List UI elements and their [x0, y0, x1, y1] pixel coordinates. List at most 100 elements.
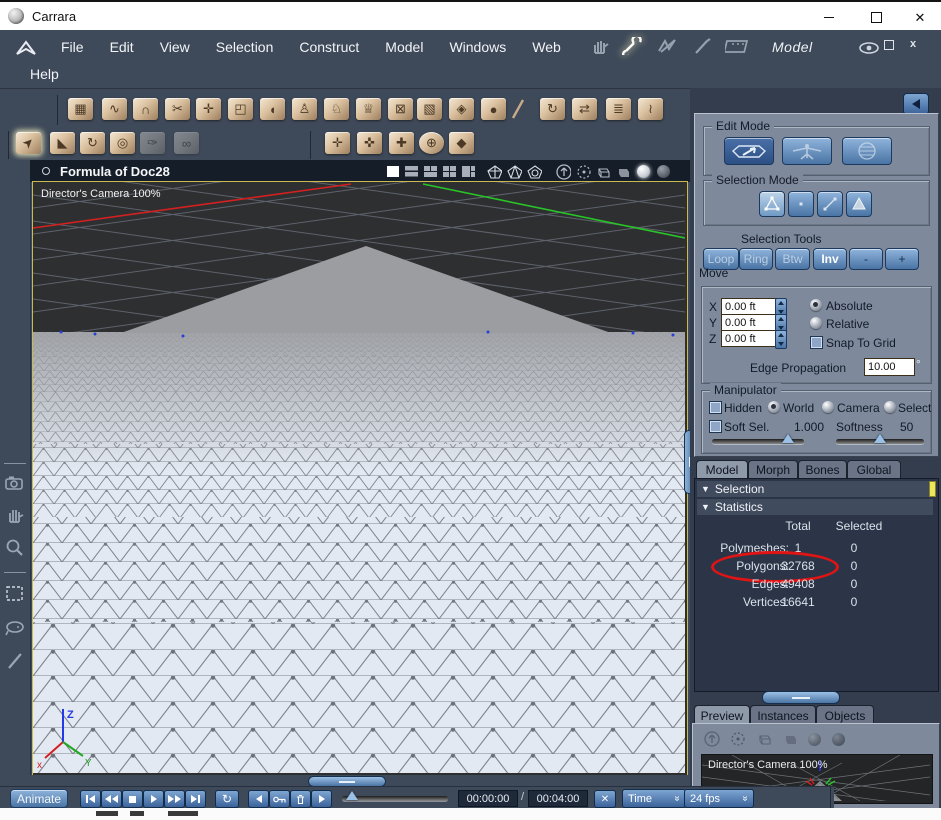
link-tool-icon[interactable]: ∞	[174, 132, 199, 154]
grid-tool-icon[interactable]: ▦	[68, 98, 93, 120]
scale-marquee-tool-icon[interactable]: ◰	[228, 98, 253, 120]
half-sphere-tool-icon[interactable]: ◖	[260, 98, 285, 120]
close-button[interactable]: ✕	[906, 8, 934, 26]
add-point-tool-icon[interactable]: ✛	[196, 98, 221, 120]
rotate-page-tool-icon[interactable]: ↻	[540, 98, 565, 120]
ring-button[interactable]: Ring	[739, 248, 773, 270]
eye-icon[interactable]	[856, 38, 882, 58]
softness-slider[interactable]	[836, 434, 924, 444]
absolute-radio[interactable]	[810, 299, 822, 311]
goblet-tool-icon[interactable]: ♕	[356, 98, 381, 120]
edit-mode-figure-button[interactable]	[782, 137, 832, 165]
lathe-tool-icon[interactable]: ♙	[292, 98, 317, 120]
solid-cube-icon[interactable]	[616, 165, 631, 178]
menu-web[interactable]: Web	[521, 36, 572, 58]
menu-model[interactable]: Model	[374, 36, 434, 58]
menu-selection[interactable]: Selection	[205, 36, 285, 58]
current-time-field[interactable]: 00:00:00	[458, 790, 518, 807]
camera-up-icon[interactable]	[556, 163, 571, 180]
shaded-sphere-icon[interactable]	[636, 165, 651, 178]
next-key-button[interactable]	[311, 790, 332, 808]
tab-global[interactable]: Global	[847, 460, 901, 479]
collapse-panel-button[interactable]	[903, 93, 929, 115]
soft-sel-checkbox[interactable]	[709, 420, 722, 433]
wire-sphere-1-icon[interactable]	[487, 164, 502, 179]
menu-file[interactable]: File	[50, 36, 95, 58]
last-frame-button[interactable]	[185, 790, 206, 808]
panel-restore-icon[interactable]	[884, 40, 894, 53]
preview-wire-cube-icon[interactable]	[755, 730, 773, 748]
rewind-button[interactable]	[101, 790, 122, 808]
preview-textured-sphere-icon[interactable]	[829, 730, 847, 748]
select-arrow-tool-icon[interactable]: ➤	[16, 132, 41, 154]
hidden-checkbox[interactable]	[709, 401, 722, 414]
select-edges-button[interactable]	[817, 191, 843, 217]
play-button[interactable]	[143, 790, 164, 808]
translate-z-tool-icon[interactable]: ✚	[389, 132, 414, 154]
menu-construct[interactable]: Construct	[288, 36, 370, 58]
z-stepper[interactable]	[775, 330, 787, 349]
brush-mode-icon[interactable]	[690, 36, 716, 56]
preview-solid-cube-icon[interactable]	[781, 730, 799, 748]
wireframe-pen-mode-icon[interactable]	[655, 36, 681, 56]
sphere-tool-icon[interactable]: ●	[481, 98, 506, 120]
minus-button[interactable]: -	[849, 248, 883, 270]
first-frame-button[interactable]	[80, 790, 101, 808]
marquee-select-icon[interactable]	[4, 583, 26, 605]
wire-cube-icon[interactable]	[596, 165, 611, 178]
rotate-tool-icon[interactable]: ↻	[80, 132, 105, 154]
preview-orbit-icon[interactable]	[729, 730, 747, 748]
brush-tool-icon[interactable]	[510, 97, 526, 126]
plus-button[interactable]: +	[885, 248, 919, 270]
frame-rate-dropdown[interactable]: 24 fps «	[684, 789, 754, 808]
selection-section-header[interactable]: ▼ Selection	[697, 481, 933, 497]
tab-model[interactable]: Model	[696, 460, 748, 479]
camera-icon[interactable]	[4, 472, 26, 494]
fast-forward-button[interactable]	[164, 790, 185, 808]
wrap-tool-icon[interactable]: ◈	[449, 98, 474, 120]
viewport-dot-icon[interactable]	[42, 167, 50, 175]
bend-tool-icon[interactable]: ≀	[638, 98, 663, 120]
sweep-tool-icon[interactable]: ♘	[324, 98, 349, 120]
edit-mode-sphere-button[interactable]	[842, 137, 892, 165]
stack-tool-icon[interactable]: ≣	[606, 98, 631, 120]
scissors-tool-icon[interactable]: ✂	[165, 98, 190, 120]
eyedropper-tool-icon[interactable]: ✑	[140, 132, 165, 154]
layout-quad-icon[interactable]	[442, 165, 457, 178]
edge-propagation-field[interactable]: 10.00	[864, 358, 915, 376]
relative-radio[interactable]	[810, 317, 822, 329]
film-mode-icon[interactable]	[725, 36, 751, 56]
shield-cube-tool-icon[interactable]: ◆	[449, 132, 474, 154]
hand-mode-icon[interactable]	[588, 36, 614, 56]
animate-button[interactable]: Animate	[10, 789, 68, 808]
z-value-field[interactable]: 0.00 ft	[721, 330, 779, 347]
ring-tool-icon[interactable]: ◎	[110, 132, 135, 154]
select-vertices-button[interactable]	[759, 191, 785, 217]
edit-mode-vertex-button[interactable]	[724, 137, 774, 165]
orbit-icon[interactable]	[576, 164, 591, 179]
end-time-field[interactable]: 00:04:00	[528, 790, 588, 807]
translate-tool-icon[interactable]: ✛	[325, 132, 350, 154]
textured-sphere-icon[interactable]	[656, 165, 671, 178]
inv-button[interactable]: Inv	[813, 248, 847, 270]
tab-preview[interactable]: Preview	[694, 705, 750, 725]
preview-camera-up-icon[interactable]	[703, 730, 721, 748]
universal-manipulator-icon[interactable]: ⊕	[419, 132, 444, 154]
soft-sel-slider[interactable]	[712, 434, 804, 444]
prism-select-tool-icon[interactable]: ◣	[50, 132, 75, 154]
select-points-button[interactable]	[788, 191, 814, 217]
panel-splitter-handle[interactable]	[762, 691, 840, 704]
stop-button[interactable]	[122, 790, 143, 808]
clear-button[interactable]: ✕	[594, 790, 616, 808]
tab-instances[interactable]: Instances	[750, 705, 816, 725]
magnet-tool-icon[interactable]: ∩	[133, 98, 158, 120]
delete-poly-tool-icon[interactable]: ⊠	[388, 98, 413, 120]
cube-tool-icon[interactable]: ▧	[417, 98, 442, 120]
lasso-select-icon[interactable]	[4, 617, 26, 639]
viewport-3d-view[interactable]: Z x Y	[32, 116, 688, 776]
menu-view[interactable]: View	[149, 36, 201, 58]
tab-bones[interactable]: Bones	[798, 460, 847, 479]
world-radio[interactable]	[768, 401, 780, 413]
snap-to-grid-checkbox[interactable]	[810, 336, 823, 349]
menu-windows[interactable]: Windows	[438, 36, 517, 58]
